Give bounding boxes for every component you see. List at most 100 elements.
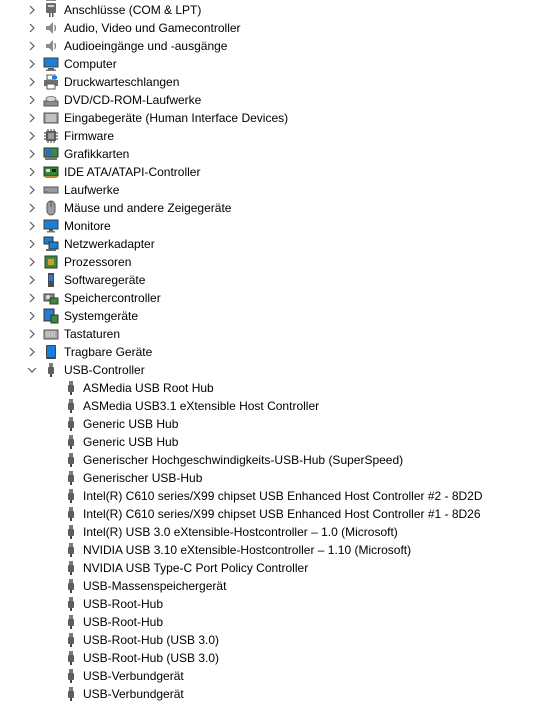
tree-device-item[interactable]: Intel(R) C610 series/X99 chipset USB Enh…: [0, 505, 535, 523]
chevron-right-icon[interactable]: [27, 145, 37, 163]
tree-category-label: Tastaturen: [64, 327, 121, 341]
usb-icon: [43, 362, 59, 378]
tree-category[interactable]: Anschlüsse (COM & LPT): [0, 1, 535, 19]
chevron-right-icon[interactable]: [27, 235, 37, 253]
usb-icon: [63, 506, 79, 522]
tree-category[interactable]: Netzwerkadapter: [0, 235, 535, 253]
tree-device-label: USB-Massenspeichergerät: [83, 579, 227, 593]
ide-controller-icon: [43, 164, 59, 180]
tree-category-label: Grafikkarten: [64, 147, 130, 161]
tree-category[interactable]: Speichercontroller: [0, 289, 535, 307]
tree-device-item[interactable]: Generischer USB-Hub: [0, 469, 535, 487]
printer-icon: [43, 74, 59, 90]
usb-icon: [63, 524, 79, 540]
tree-category-label: Eingabegeräte (Human Interface Devices): [64, 111, 289, 125]
tree-category-label: Audio, Video und Gamecontroller: [64, 21, 241, 35]
tree-category[interactable]: Tragbare Geräte: [0, 343, 535, 361]
tree-device-label: USB-Root-Hub (USB 3.0): [83, 651, 220, 665]
usb-icon: [63, 380, 79, 396]
tree-device-item[interactable]: Generic USB Hub: [0, 433, 535, 451]
chevron-right-icon[interactable]: [27, 181, 37, 199]
usb-icon: [63, 560, 79, 576]
tree-category[interactable]: Systemgeräte: [0, 307, 535, 325]
usb-icon: [63, 434, 79, 450]
chevron-right-icon[interactable]: [27, 217, 37, 235]
tree-device-item[interactable]: USB-Root-Hub: [0, 613, 535, 631]
tree-category[interactable]: IDE ATA/ATAPI-Controller: [0, 163, 535, 181]
tree-device-item[interactable]: ASMedia USB3.1 eXtensible Host Controlle…: [0, 397, 535, 415]
hid-icon: [43, 110, 59, 126]
tree-category[interactable]: Druckwarteschlangen: [0, 73, 535, 91]
usb-icon: [63, 632, 79, 648]
display-adapter-icon: [43, 146, 59, 162]
usb-icon: [63, 668, 79, 684]
tree-device-item[interactable]: USB-Verbundgerät: [0, 667, 535, 685]
tree-device-item[interactable]: USB-Root-Hub (USB 3.0): [0, 649, 535, 667]
chevron-down-icon[interactable]: [27, 361, 37, 379]
usb-icon: [63, 578, 79, 594]
tree-category-label: USB-Controller: [64, 363, 145, 377]
tree-category[interactable]: DVD/CD-ROM-Laufwerke: [0, 91, 535, 109]
chevron-right-icon[interactable]: [27, 19, 37, 37]
tree-category[interactable]: Firmware: [0, 127, 535, 145]
chip-icon: [43, 128, 59, 144]
chevron-right-icon[interactable]: [27, 73, 37, 91]
tree-category[interactable]: USB-Controller: [0, 361, 535, 379]
tree-category-label: Audioeingänge und -ausgänge: [64, 39, 228, 53]
tree-device-item[interactable]: USB-Massenspeichergerät: [0, 577, 535, 595]
tree-category[interactable]: Softwaregeräte: [0, 271, 535, 289]
chevron-right-icon[interactable]: [27, 271, 37, 289]
tree-category[interactable]: Eingabegeräte (Human Interface Devices): [0, 109, 535, 127]
tree-device-label: USB-Root-Hub: [83, 615, 164, 629]
usb-icon: [63, 650, 79, 666]
chevron-right-icon[interactable]: [27, 163, 37, 181]
chevron-right-icon[interactable]: [27, 1, 37, 19]
usb-icon: [63, 686, 79, 702]
tree-device-item[interactable]: USB-Verbundgerät: [0, 685, 535, 703]
chevron-right-icon[interactable]: [27, 55, 37, 73]
chevron-right-icon[interactable]: [27, 37, 37, 55]
chevron-right-icon[interactable]: [27, 343, 37, 361]
tree-device-label: Intel(R) C610 series/X99 chipset USB Enh…: [83, 507, 481, 521]
tree-device-item[interactable]: NVIDIA USB 3.10 eXtensible-Hostcontrolle…: [0, 541, 535, 559]
tree-category-label: DVD/CD-ROM-Laufwerke: [64, 93, 202, 107]
chevron-right-icon[interactable]: [27, 253, 37, 271]
tree-device-label: USB-Verbundgerät: [83, 687, 184, 701]
tree-category[interactable]: Monitore: [0, 217, 535, 235]
tree-device-label: Intel(R) C610 series/X99 chipset USB Enh…: [83, 489, 483, 503]
chevron-right-icon[interactable]: [27, 289, 37, 307]
tree-device-item[interactable]: USB-Root-Hub (USB 3.0): [0, 631, 535, 649]
tree-category[interactable]: Tastaturen: [0, 325, 535, 343]
tree-device-item[interactable]: NVIDIA USB Type-C Port Policy Controller: [0, 559, 535, 577]
tree-device-label: Intel(R) USB 3.0 eXtensible-Hostcontroll…: [83, 525, 398, 539]
tree-device-item[interactable]: Generic USB Hub: [0, 415, 535, 433]
chevron-right-icon[interactable]: [27, 91, 37, 109]
chevron-right-icon[interactable]: [27, 127, 37, 145]
disk-drive-icon: [43, 182, 59, 198]
portable-device-icon: [43, 344, 59, 360]
tree-device-label: Generic USB Hub: [83, 435, 179, 449]
tree-device-item[interactable]: USB-Root-Hub: [0, 595, 535, 613]
tree-category-label: Systemgeräte: [64, 309, 139, 323]
tree-category-label: Mäuse und andere Zeigegeräte: [64, 201, 232, 215]
tree-category[interactable]: Mäuse und andere Zeigegeräte: [0, 199, 535, 217]
tree-category[interactable]: Grafikkarten: [0, 145, 535, 163]
tree-rows: Anschlüsse (COM & LPT) Audio, Video und G…: [0, 1, 535, 703]
chevron-right-icon[interactable]: [27, 199, 37, 217]
chevron-right-icon[interactable]: [27, 109, 37, 127]
tree-device-item[interactable]: Generischer Hochgeschwindigkeits-USB-Hub…: [0, 451, 535, 469]
tree-category[interactable]: Prozessoren: [0, 253, 535, 271]
chevron-right-icon[interactable]: [27, 307, 37, 325]
tree-category[interactable]: Audio, Video und Gamecontroller: [0, 19, 535, 37]
network-adapter-icon: [43, 236, 59, 252]
usb-icon: [63, 470, 79, 486]
tree-category[interactable]: Laufwerke: [0, 181, 535, 199]
tree-category[interactable]: Computer: [0, 55, 535, 73]
chevron-right-icon[interactable]: [27, 325, 37, 343]
tree-device-item[interactable]: Intel(R) C610 series/X99 chipset USB Enh…: [0, 487, 535, 505]
tree-device-label: Generischer Hochgeschwindigkeits-USB-Hub…: [83, 453, 404, 467]
tree-category-label: Anschlüsse (COM & LPT): [64, 3, 202, 17]
tree-device-item[interactable]: Intel(R) USB 3.0 eXtensible-Hostcontroll…: [0, 523, 535, 541]
tree-category[interactable]: Audioeingänge und -ausgänge: [0, 37, 535, 55]
tree-device-item[interactable]: ASMedia USB Root Hub: [0, 379, 535, 397]
